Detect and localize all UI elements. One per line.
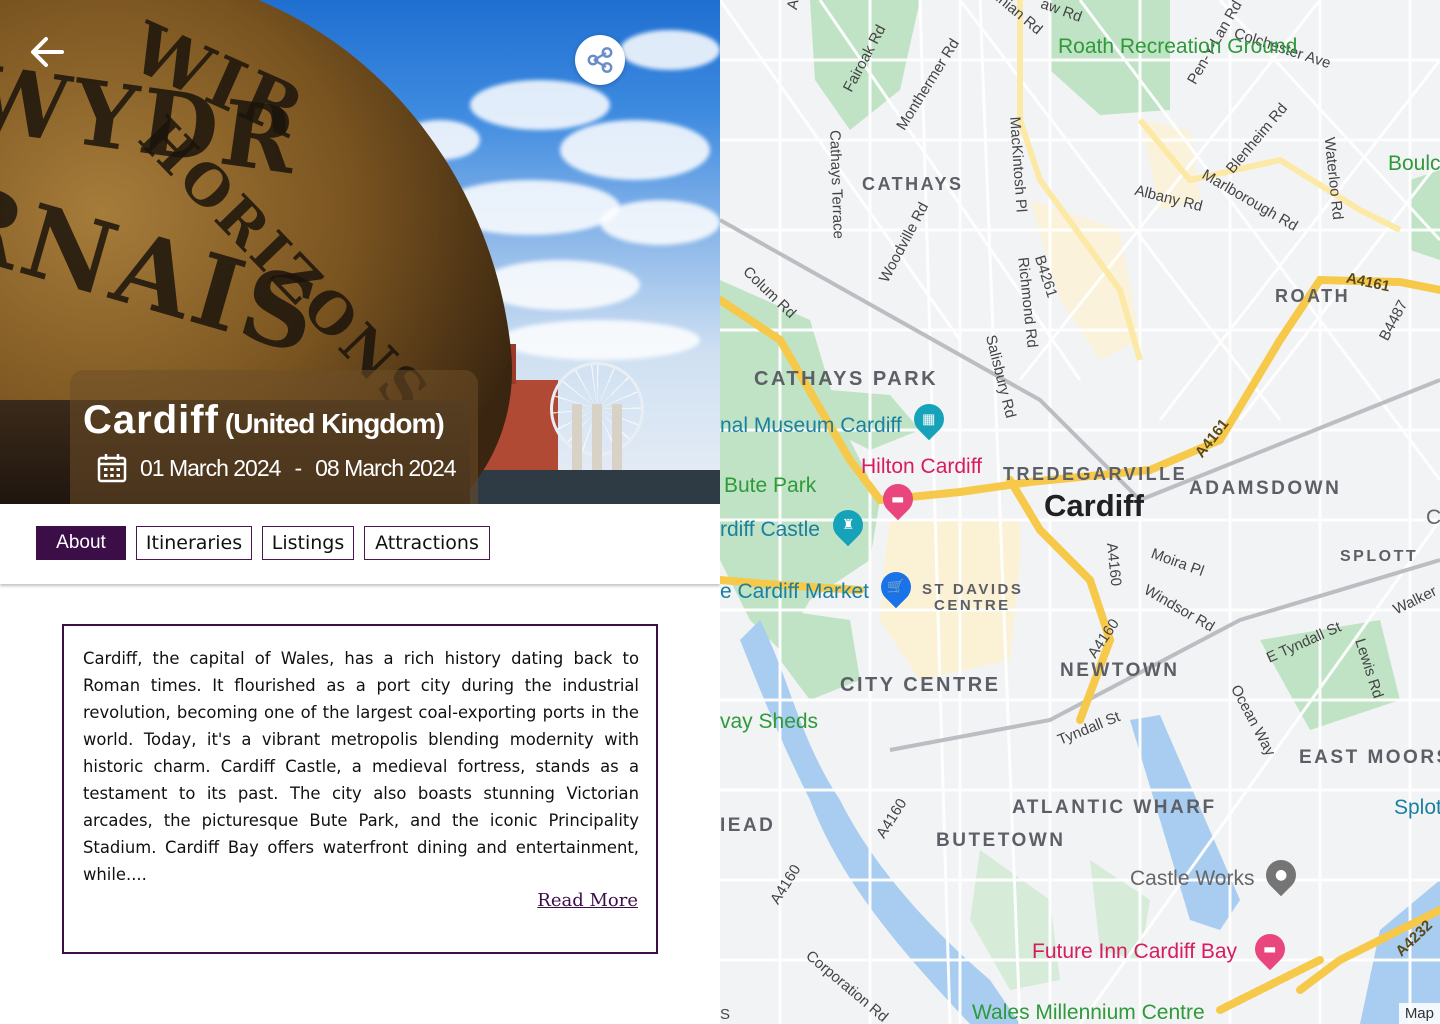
about-description: Cardiff, the capital of Wales, has a ric… — [83, 649, 639, 884]
map-district: TREDEGARVILLE — [1003, 464, 1188, 484]
map-view[interactable]: CATHAYS ROATH CATHAYS PARK TREDEGARVILLE… — [720, 0, 1440, 1024]
about-card: Cardiff, the capital of Wales, has a ric… — [62, 624, 658, 954]
map-district: EAST MOORS — [1299, 747, 1440, 768]
map-district: ATLANTIC WHARF — [1012, 797, 1217, 818]
tab-listings[interactable]: Listings — [262, 526, 354, 560]
poi-cardiff-castle[interactable]: rdiff Castle — [720, 518, 820, 542]
share-icon — [587, 47, 613, 73]
map-district: BUTETOWN — [936, 830, 1066, 851]
poi-splott[interactable]: Splot — [1394, 796, 1440, 820]
map-district: ST DAVIDS — [922, 581, 1024, 598]
poi-wales-millennium-centre[interactable]: Wales Millennium Centre — [972, 1001, 1205, 1024]
start-date: 01 March 2024 — [140, 454, 281, 481]
map-district: ROATH — [1275, 286, 1351, 306]
map-district: ADAMSDOWN — [1189, 478, 1342, 499]
poi-railway-sheds[interactable]: vay Sheds — [720, 710, 818, 734]
trip-dates: 01 March 2024 - 08 March 2024 — [96, 452, 457, 484]
tab-bar: About Itineraries Listings Attractions — [0, 504, 720, 584]
map-district: SPLOTT — [1340, 548, 1419, 565]
poi-edge[interactable]: C — [1426, 506, 1440, 530]
poi-hilton-cardiff[interactable]: Hilton Cardiff — [861, 455, 982, 479]
city-name: Cardiff — [83, 398, 219, 442]
read-more-link[interactable]: Read More — [537, 890, 638, 911]
share-button[interactable] — [575, 35, 625, 85]
poi-future-inn[interactable]: Future Inn Cardiff Bay — [1032, 940, 1237, 964]
map-street: S — [720, 1006, 731, 1023]
map-district: CENTRE — [934, 597, 1011, 614]
hero-image: WYDR RNAIS WIR HORIZONS Cardiff (United K… — [0, 0, 720, 504]
destination-title: Cardiff (United Kingdom) — [83, 398, 445, 443]
map-attribution: Map — [1398, 1003, 1440, 1024]
country-name: (United Kingdom) — [224, 408, 445, 439]
date-separator: - — [294, 454, 302, 481]
quayside — [440, 470, 720, 504]
end-date: 08 March 2024 — [315, 454, 456, 481]
tab-attractions[interactable]: Attractions — [364, 526, 490, 560]
map-district: CATHAYS PARK — [754, 368, 939, 390]
poi-castle-works[interactable]: Castle Works — [1130, 867, 1254, 891]
tab-itineraries[interactable]: Itineraries — [136, 526, 252, 560]
calendar-icon — [97, 454, 127, 483]
back-arrow-icon[interactable] — [26, 30, 70, 74]
map-district: NEWTOWN — [1060, 660, 1180, 681]
tab-about[interactable]: About — [36, 526, 126, 560]
map-district: CITY CENTRE — [840, 674, 1001, 696]
poi-cardiff-market[interactable]: e Cardiff Market — [720, 580, 869, 604]
poi-roath-recreation-ground[interactable]: Roath Recreation Ground — [1058, 36, 1297, 58]
map-district: CATHAYS — [862, 174, 964, 194]
poi-boulc[interactable]: Boulc — [1388, 152, 1440, 176]
poi-bute-park[interactable]: Bute Park — [724, 474, 816, 498]
map-city-label: Cardiff — [1044, 488, 1144, 523]
destination-panel: WYDR RNAIS WIR HORIZONS Cardiff (United K… — [0, 0, 720, 1024]
map-district: IEAD — [720, 815, 776, 836]
poi-national-museum[interactable]: nal Museum Cardiff — [720, 414, 902, 438]
